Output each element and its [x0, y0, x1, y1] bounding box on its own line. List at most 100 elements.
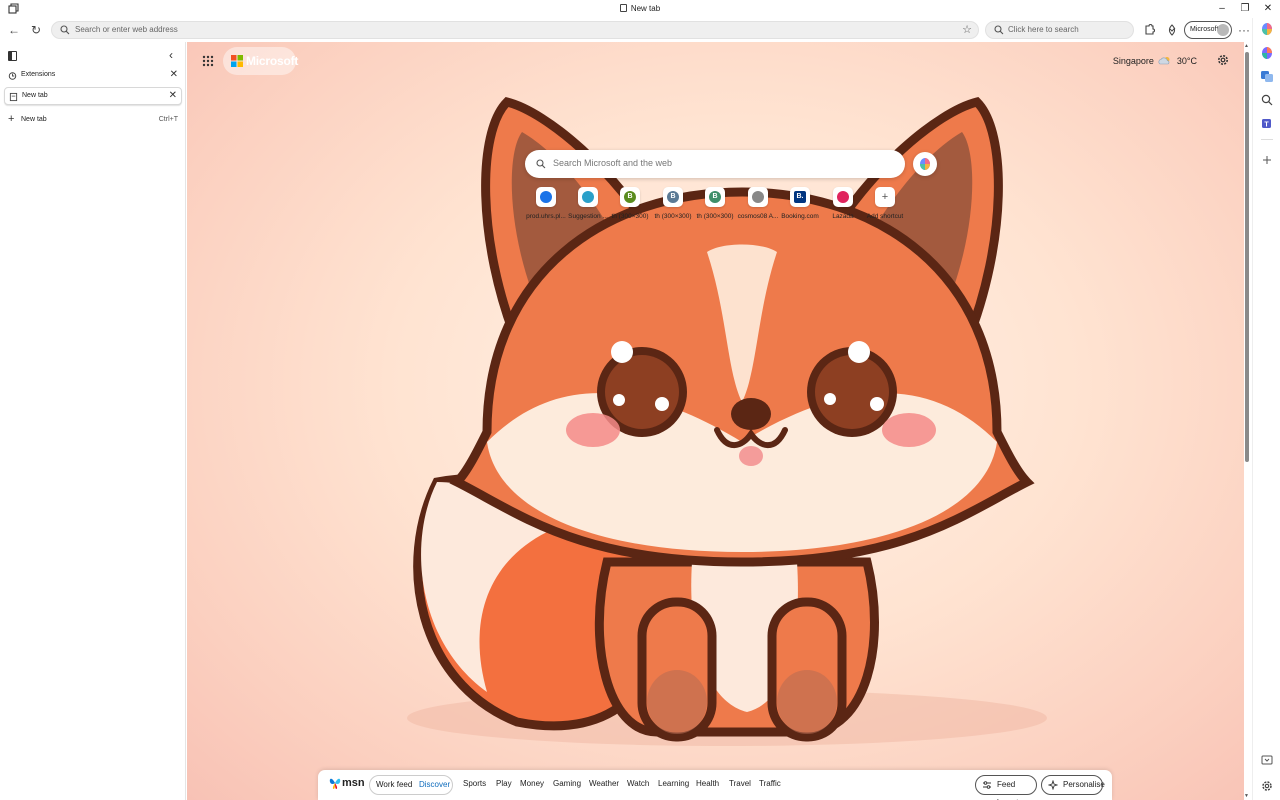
sidebar-divider	[1261, 139, 1273, 140]
quick-link-tile: B	[663, 187, 683, 207]
vertical-tab-extensions[interactable]: Extensions ✕	[4, 67, 182, 85]
svg-text:T: T	[1264, 121, 1269, 128]
copilot-button[interactable]	[913, 152, 937, 176]
personalise-button[interactable]: Personalise	[1041, 775, 1105, 795]
plus-icon: +	[881, 191, 889, 203]
teams-icon[interactable]: T	[1260, 116, 1274, 130]
title-bar: New tab – ❐ ✕	[0, 0, 1280, 18]
document-icon	[619, 4, 627, 12]
weather-location: Singapore	[1112, 56, 1154, 66]
msn-butterfly-icon	[329, 778, 341, 789]
quick-link-2[interactable]: Suggestion ...	[567, 187, 609, 227]
web-search-placeholder: Search Microsoft and the web	[553, 158, 673, 168]
feed-nav-weather[interactable]: Weather	[589, 779, 619, 788]
feed-nav-travel[interactable]: Travel	[729, 779, 751, 788]
weather-temperature: 30°C	[1176, 56, 1197, 66]
restore-button[interactable]: ❐	[1235, 2, 1255, 16]
feed-nav-health[interactable]: Health	[696, 779, 719, 788]
site-favicon-icon: B	[709, 191, 721, 203]
quick-link-4[interactable]: B th (300×300)	[652, 187, 694, 227]
side-search-placeholder: Click here to search	[1008, 25, 1079, 34]
new-tab-page: Microsoft Singapore 30°C Search Microsof…	[187, 42, 1244, 800]
quick-link-tile: B	[620, 187, 640, 207]
add-shortcut[interactable]: + Add shortcut	[864, 187, 906, 227]
new-tab-button[interactable]: + New tab Ctrl+T	[4, 113, 182, 129]
app-launcher-icon[interactable]	[202, 55, 214, 67]
back-icon[interactable]: ←	[6, 22, 22, 38]
more-options-icon[interactable]: ···	[1236, 22, 1252, 38]
copilot-sidebar-icon[interactable]	[1260, 46, 1274, 60]
site-favicon-icon	[752, 191, 764, 203]
close-tab-icon[interactable]: ✕	[169, 90, 177, 101]
scroll-down-arrow-icon[interactable]: ▼	[1244, 793, 1249, 799]
quick-link-8[interactable]: Lazada	[822, 187, 864, 227]
cloud-icon	[1158, 57, 1170, 65]
booking-icon: B.	[794, 191, 806, 203]
collapse-pane-icon[interactable]: ‹	[169, 48, 173, 62]
browser-toolbar: ← ↻ Search or enter web address ☆ Click …	[0, 18, 1280, 42]
favorite-star-icon[interactable]: ☆	[962, 23, 972, 36]
quick-link-tile: B.	[790, 187, 810, 207]
search-icon	[994, 25, 1004, 35]
sidebar-settings-gear-icon[interactable]	[1260, 779, 1274, 793]
quick-link-3[interactable]: B th (300×300)	[609, 187, 651, 227]
translate-icon[interactable]	[1260, 69, 1274, 83]
extensions-puzzle-icon[interactable]	[1141, 22, 1157, 38]
hide-sidebar-icon[interactable]	[1260, 753, 1274, 767]
copilot-icon[interactable]	[1260, 22, 1274, 36]
address-bar[interactable]: Search or enter web address ☆	[51, 21, 979, 39]
search-icon[interactable]	[1260, 93, 1274, 107]
quick-link-7[interactable]: B. Booking.com	[779, 187, 821, 227]
copilot-icon	[920, 158, 930, 170]
close-window-button[interactable]: ✕	[1258, 2, 1278, 16]
page-settings-gear-icon[interactable]	[1216, 53, 1230, 67]
feed-nav-sports[interactable]: Sports	[463, 779, 486, 788]
site-favicon-icon: B	[624, 191, 636, 203]
segment-work-feed[interactable]: Work feed	[376, 780, 412, 789]
browser-essentials-icon[interactable]	[1164, 22, 1180, 38]
feed-nav-learning[interactable]: Learning	[658, 779, 689, 788]
lazada-heart-icon	[837, 191, 849, 203]
site-favicon-icon	[582, 191, 594, 203]
minimize-button[interactable]: –	[1212, 2, 1232, 16]
page-scrollbar[interactable]: ▲ ▼	[1244, 42, 1251, 800]
quick-link-6[interactable]: cosmos08 A...	[737, 187, 779, 227]
quick-link-tile	[536, 187, 556, 207]
window-tab-title[interactable]: New tab	[0, 4, 1280, 13]
quick-link-tile	[748, 187, 768, 207]
vertical-tabs-pane: ‹ Extensions ✕ New tab ✕ + New tab Ctrl+…	[0, 42, 186, 800]
web-search-box[interactable]: Search Microsoft and the web	[525, 150, 905, 178]
right-sidebar: T	[1252, 18, 1280, 800]
scroll-up-arrow-icon[interactable]: ▲	[1244, 43, 1249, 49]
side-search-box[interactable]: Click here to search	[985, 21, 1134, 39]
quick-link-5[interactable]: B th (300×300)	[694, 187, 736, 227]
search-icon	[60, 25, 70, 35]
msn-logo[interactable]: msn	[329, 776, 365, 792]
quick-link-tile: +	[875, 187, 895, 207]
feed-layout-button[interactable]: Feed layout	[975, 775, 1037, 800]
personalise-sparkle-icon	[1048, 780, 1058, 790]
segment-discover[interactable]: Discover	[419, 780, 450, 789]
brand-name: Microsoft	[246, 54, 299, 68]
vertical-tab-new-tab[interactable]: New tab ✕	[4, 87, 182, 105]
avatar	[1217, 24, 1229, 36]
tab-pane-toggle-icon[interactable]	[8, 51, 17, 61]
search-icon	[536, 159, 546, 169]
refresh-icon[interactable]: ↻	[28, 22, 44, 38]
close-tab-icon[interactable]: ✕	[170, 69, 178, 80]
weather-widget[interactable]: Singapore 30°C	[1113, 56, 1197, 66]
extensions-icon	[8, 72, 17, 80]
feed-nav-watch[interactable]: Watch	[627, 779, 649, 788]
microsoft-brand[interactable]: Microsoft	[223, 47, 299, 75]
feed-nav-traffic[interactable]: Traffic	[759, 779, 781, 788]
add-sidebar-app-icon[interactable]	[1260, 153, 1274, 167]
profile-button[interactable]: Microsoft	[1184, 21, 1232, 39]
feed-nav-money[interactable]: Money	[520, 779, 544, 788]
quick-link-tile	[578, 187, 598, 207]
scroll-thumb[interactable]	[1245, 52, 1249, 462]
feed-nav-gaming[interactable]: Gaming	[553, 779, 581, 788]
feed-nav-play[interactable]: Play	[496, 779, 512, 788]
plus-icon: +	[8, 113, 15, 125]
quick-link-1[interactable]: prod.uhrs.pl...	[525, 187, 567, 227]
quick-link-tile	[833, 187, 853, 207]
